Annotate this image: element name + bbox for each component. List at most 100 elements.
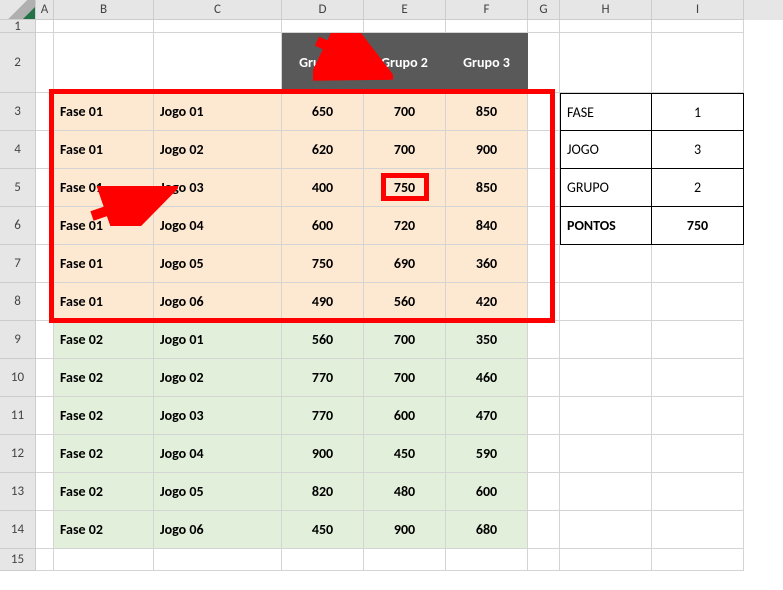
col-F[interactable]: F <box>446 0 528 20</box>
row-4-header[interactable]: 4 <box>0 131 36 169</box>
cell[interactable] <box>528 283 560 321</box>
cell[interactable] <box>560 473 652 511</box>
cell[interactable] <box>446 20 528 33</box>
cell[interactable] <box>560 33 652 93</box>
col-G[interactable]: G <box>528 0 560 20</box>
cell-f[interactable]: 840 <box>446 207 528 245</box>
cell[interactable] <box>528 321 560 359</box>
col-C[interactable]: C <box>154 0 282 20</box>
cell-d[interactable]: 770 <box>282 359 364 397</box>
cell[interactable] <box>560 549 652 571</box>
cell-f[interactable]: 680 <box>446 511 528 549</box>
cell-fase[interactable]: Fase 01 <box>54 207 154 245</box>
cell-d[interactable]: 490 <box>282 283 364 321</box>
cell-jogo[interactable]: Jogo 03 <box>154 169 282 207</box>
col-B[interactable]: B <box>54 0 154 20</box>
cell[interactable] <box>154 549 282 571</box>
cell-e[interactable]: 900 <box>364 511 446 549</box>
cell-jogo[interactable]: Jogo 06 <box>154 511 282 549</box>
cell-f[interactable]: 350 <box>446 321 528 359</box>
cell-d[interactable]: 750 <box>282 245 364 283</box>
cell-fase[interactable]: Fase 02 <box>54 435 154 473</box>
cell[interactable] <box>652 549 744 571</box>
row-9-header[interactable]: 9 <box>0 321 36 359</box>
cell[interactable] <box>446 549 528 571</box>
cell[interactable] <box>36 245 54 283</box>
cell-jogo[interactable]: Jogo 04 <box>154 207 282 245</box>
cell[interactable] <box>652 397 744 435</box>
cell[interactable] <box>652 283 744 321</box>
cell-jogo[interactable]: Jogo 02 <box>154 359 282 397</box>
cell[interactable] <box>54 33 154 93</box>
cell[interactable] <box>528 511 560 549</box>
cell-fase[interactable]: Fase 01 <box>54 93 154 131</box>
cell-e[interactable]: 450 <box>364 435 446 473</box>
cell-e[interactable]: 700 <box>364 321 446 359</box>
row-1-header[interactable]: 1 <box>0 20 36 33</box>
select-all-corner[interactable] <box>0 0 36 20</box>
cell[interactable] <box>36 473 54 511</box>
cell-fase[interactable]: Fase 02 <box>54 321 154 359</box>
col-E[interactable]: E <box>364 0 446 20</box>
cell-fase[interactable]: Fase 02 <box>54 511 154 549</box>
row-6-header[interactable]: 6 <box>0 207 36 245</box>
cell-f[interactable]: 360 <box>446 245 528 283</box>
cell[interactable] <box>652 473 744 511</box>
cell[interactable] <box>36 359 54 397</box>
cell[interactable] <box>364 20 446 33</box>
cell[interactable] <box>528 169 560 207</box>
cell-jogo[interactable]: Jogo 02 <box>154 131 282 169</box>
cell-f[interactable]: 850 <box>446 93 528 131</box>
lookup-pontos-value[interactable]: 750 <box>652 207 744 245</box>
row-12-header[interactable]: 12 <box>0 435 36 473</box>
cell[interactable] <box>528 131 560 169</box>
cell-f[interactable]: 600 <box>446 473 528 511</box>
cell-f[interactable]: 420 <box>446 283 528 321</box>
cell-jogo[interactable]: Jogo 01 <box>154 321 282 359</box>
cell[interactable] <box>282 20 364 33</box>
cell[interactable] <box>528 245 560 283</box>
cell[interactable] <box>652 245 744 283</box>
cell[interactable] <box>528 207 560 245</box>
col-I[interactable]: I <box>652 0 744 20</box>
cell-jogo[interactable]: Jogo 04 <box>154 435 282 473</box>
cell[interactable] <box>528 397 560 435</box>
cell-jogo[interactable]: Jogo 05 <box>154 473 282 511</box>
cell[interactable] <box>36 33 54 93</box>
cell[interactable] <box>652 435 744 473</box>
cell[interactable] <box>154 33 282 93</box>
cell-fase[interactable]: Fase 01 <box>54 131 154 169</box>
cell[interactable] <box>282 549 364 571</box>
row-2-header[interactable]: 2 <box>0 33 36 93</box>
cell-fase[interactable]: Fase 02 <box>54 359 154 397</box>
cell-d[interactable]: 650 <box>282 93 364 131</box>
cell-d[interactable]: 560 <box>282 321 364 359</box>
row-14-header[interactable]: 14 <box>0 511 36 549</box>
row-10-header[interactable]: 10 <box>0 359 36 397</box>
cell-jogo[interactable]: Jogo 01 <box>154 93 282 131</box>
row-5-header[interactable]: 5 <box>0 169 36 207</box>
cell-f[interactable]: 590 <box>446 435 528 473</box>
cell-d[interactable]: 770 <box>282 397 364 435</box>
cell[interactable] <box>36 131 54 169</box>
cell-fase[interactable]: Fase 02 <box>54 397 154 435</box>
cell-e[interactable]: 690 <box>364 245 446 283</box>
cell-fase[interactable]: Fase 01 <box>54 169 154 207</box>
cell[interactable] <box>36 169 54 207</box>
cell-e[interactable]: 700 <box>364 359 446 397</box>
cell-e[interactable]: 720 <box>364 207 446 245</box>
cell-d[interactable]: 620 <box>282 131 364 169</box>
col-A[interactable]: A <box>36 0 54 20</box>
lookup-fase-label[interactable]: FASE <box>560 93 652 131</box>
cell[interactable] <box>560 511 652 549</box>
cell[interactable] <box>528 359 560 397</box>
cell[interactable] <box>54 549 154 571</box>
lookup-pontos-label[interactable]: PONTOS <box>560 207 652 245</box>
cell[interactable] <box>560 20 652 33</box>
cell[interactable] <box>364 549 446 571</box>
cell[interactable] <box>54 20 154 33</box>
cell[interactable] <box>560 245 652 283</box>
cell[interactable] <box>652 20 744 33</box>
cell-e[interactable]: 750 <box>364 169 446 207</box>
cell-e[interactable]: 600 <box>364 397 446 435</box>
